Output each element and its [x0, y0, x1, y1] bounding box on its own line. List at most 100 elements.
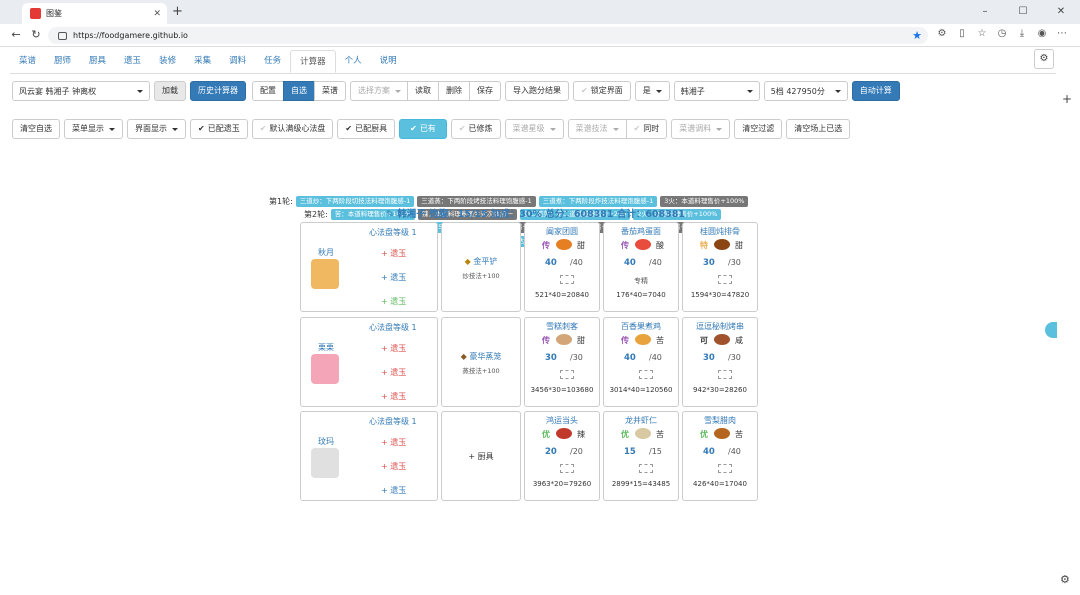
- jade-slot[interactable]: + 遗玉: [381, 461, 406, 472]
- tab-5[interactable]: 采集: [185, 50, 220, 73]
- recipe-stars-dropdown[interactable]: 菜谱星级: [504, 119, 564, 139]
- empty-seasoning-slot[interactable]: [560, 464, 574, 473]
- simultaneous-toggle[interactable]: ✔ 同时: [625, 119, 668, 139]
- recipe-cell[interactable]: 番茄鸡蛋面传 酸 40/40 专精 176*40=7040: [603, 222, 679, 312]
- delete-button[interactable]: 删除: [438, 81, 470, 101]
- history-calculator-button[interactable]: 历史计算器: [190, 81, 246, 101]
- url-field[interactable]: https://foodgamere.github.io ★: [48, 27, 928, 44]
- chef-name[interactable]: 秋月: [318, 247, 334, 258]
- recipe-quantity[interactable]: 30: [703, 353, 715, 363]
- equipment-cell[interactable]: ◆ 金平铲 炒技法+100: [441, 222, 521, 312]
- disc-level-label[interactable]: 心法盘等级 1: [369, 416, 417, 427]
- guest-select[interactable]: 韩湘子: [673, 81, 760, 101]
- recipe-quantity[interactable]: 40: [545, 258, 557, 268]
- more-menu-icon[interactable]: ⋯: [1052, 28, 1072, 39]
- back-icon[interactable]: ←: [6, 28, 26, 41]
- jade-slot[interactable]: + 遗玉: [381, 367, 406, 378]
- tab-9[interactable]: 个人: [336, 50, 371, 73]
- recipe-cell[interactable]: 鸿运当头优 辣 20/20 3963*20=79260: [524, 411, 600, 501]
- tab-8[interactable]: 计算器: [290, 50, 336, 73]
- read-button[interactable]: 读取: [407, 81, 439, 101]
- recipe-cell[interactable]: 雪糕刺客传 甜 30/30 3456*30=103680: [524, 317, 600, 407]
- add-icon[interactable]: +: [1062, 92, 1072, 106]
- clear-selected-button[interactable]: 清空场上已选: [786, 119, 851, 139]
- empty-seasoning-slot[interactable]: [718, 370, 732, 379]
- recipe-cell[interactable]: 桂圆炖排骨特 甜 30/30 1594*30=47820: [682, 222, 758, 312]
- equipped-tools-toggle[interactable]: ✔ 已配厨具: [337, 119, 396, 139]
- close-window-button[interactable]: ✕: [1042, 0, 1080, 24]
- recipe-quantity[interactable]: 40: [703, 447, 715, 457]
- recipe-quantity[interactable]: 30: [703, 258, 715, 268]
- new-tab-icon[interactable]: +: [172, 4, 183, 19]
- auto-calc-button[interactable]: 自动计算: [851, 81, 900, 101]
- tab-3[interactable]: 遗玉: [115, 50, 150, 73]
- jade-slot[interactable]: + 遗玉: [381, 343, 406, 354]
- jade-slot[interactable]: + 遗玉: [381, 485, 406, 496]
- sidebar-settings-icon[interactable]: ⚙: [1060, 573, 1070, 586]
- equipped-jade-toggle[interactable]: ✔ 已配遗玉: [190, 119, 248, 139]
- disc-level-label[interactable]: 心法盘等级 1: [369, 227, 417, 238]
- tab-4[interactable]: 装修: [150, 50, 185, 73]
- lock-ui-button[interactable]: ✔ 锁定界面: [573, 81, 631, 101]
- tab-2[interactable]: 厨具: [80, 50, 115, 73]
- default-full-level-toggle[interactable]: ✔ 默认满级心法盘: [251, 119, 334, 139]
- tab-7[interactable]: 任务: [255, 50, 290, 73]
- recipe-quantity[interactable]: 20: [545, 447, 557, 457]
- empty-seasoning-slot[interactable]: [718, 464, 732, 473]
- jade-slot[interactable]: + 遗玉: [381, 437, 406, 448]
- jade-slot[interactable]: + 遗玉: [381, 248, 406, 259]
- recipe-cell[interactable]: 阖家团圆传 甜 40/40 521*40=20840: [524, 222, 600, 312]
- chef-avatar[interactable]: [311, 354, 339, 384]
- recipe-seasoning-dropdown[interactable]: 菜谱调料: [671, 119, 731, 139]
- tab-1[interactable]: 厨师: [45, 50, 80, 73]
- recipe-cell[interactable]: 百香果煮鸡传 苦 40/40 3014*40=120560: [603, 317, 679, 407]
- ui-display-dropdown[interactable]: 界面显示: [127, 119, 186, 139]
- recipe-cell[interactable]: 雪梨腊肉优 苦 40/40 426*40=17040: [682, 411, 758, 501]
- trained-toggle[interactable]: ✔ 已修炼: [450, 119, 501, 139]
- split-screen-icon[interactable]: ▯: [952, 28, 972, 39]
- minimize-button[interactable]: –: [966, 0, 1004, 24]
- empty-seasoning-slot[interactable]: [560, 275, 574, 284]
- recipes-button[interactable]: 菜谱: [314, 81, 346, 101]
- recipe-quantity[interactable]: 40: [624, 353, 636, 363]
- history-icon[interactable]: ◷: [992, 28, 1012, 39]
- site-info-icon[interactable]: [58, 31, 67, 40]
- yes-no-select[interactable]: 是: [634, 81, 670, 101]
- chef-avatar[interactable]: [311, 259, 339, 289]
- chef-avatar[interactable]: [311, 448, 339, 478]
- plan-select[interactable]: 选择方案: [350, 81, 408, 101]
- jade-slot[interactable]: + 遗玉: [381, 272, 406, 283]
- empty-seasoning-slot[interactable]: [639, 464, 653, 473]
- empty-seasoning-slot[interactable]: [718, 275, 732, 284]
- clear-filter-button[interactable]: 清空过滤: [734, 119, 783, 139]
- recipe-quantity[interactable]: 15: [624, 447, 636, 457]
- jade-slot[interactable]: + 遗玉: [381, 296, 406, 307]
- import-results-button[interactable]: 导入跑分结果: [505, 81, 569, 101]
- close-tab-icon[interactable]: ✕: [153, 9, 161, 19]
- clear-custom-button[interactable]: 清空自选: [12, 119, 60, 139]
- favorite-star-icon[interactable]: ★: [912, 29, 922, 42]
- save-button[interactable]: 保存: [469, 81, 501, 101]
- empty-seasoning-slot[interactable]: [560, 370, 574, 379]
- profile-icon[interactable]: ◉: [1032, 28, 1052, 39]
- chef-select[interactable]: 风云宴 韩湘子 钟离权: [12, 81, 150, 101]
- recipe-skill-dropdown[interactable]: 菜谱技法: [567, 119, 627, 139]
- disc-level-label[interactable]: 心法盘等级 1: [369, 322, 417, 333]
- settings-gear-icon[interactable]: ⚙: [1034, 49, 1054, 69]
- empty-seasoning-slot[interactable]: [639, 370, 653, 379]
- score-select[interactable]: 5档 427950分: [763, 81, 848, 101]
- load-button[interactable]: 加载: [154, 81, 186, 101]
- tab-6[interactable]: 调料: [220, 50, 255, 73]
- tab-10[interactable]: 说明: [371, 50, 406, 73]
- owned-toggle[interactable]: ✔ 已有: [399, 119, 447, 139]
- refresh-icon[interactable]: ↻: [26, 28, 46, 41]
- equipment-cell[interactable]: + 厨具: [441, 411, 521, 501]
- custom-button[interactable]: 自选: [283, 81, 315, 101]
- config-button[interactable]: 配置: [252, 81, 284, 101]
- favorites-icon[interactable]: ☆: [972, 28, 992, 39]
- recipe-quantity[interactable]: 30: [545, 353, 557, 363]
- maximize-button[interactable]: ☐: [1004, 0, 1042, 24]
- menu-display-dropdown[interactable]: 菜单显示: [64, 119, 123, 139]
- chef-name[interactable]: 栗栗: [318, 342, 334, 353]
- extensions-icon[interactable]: ⚙: [932, 28, 952, 39]
